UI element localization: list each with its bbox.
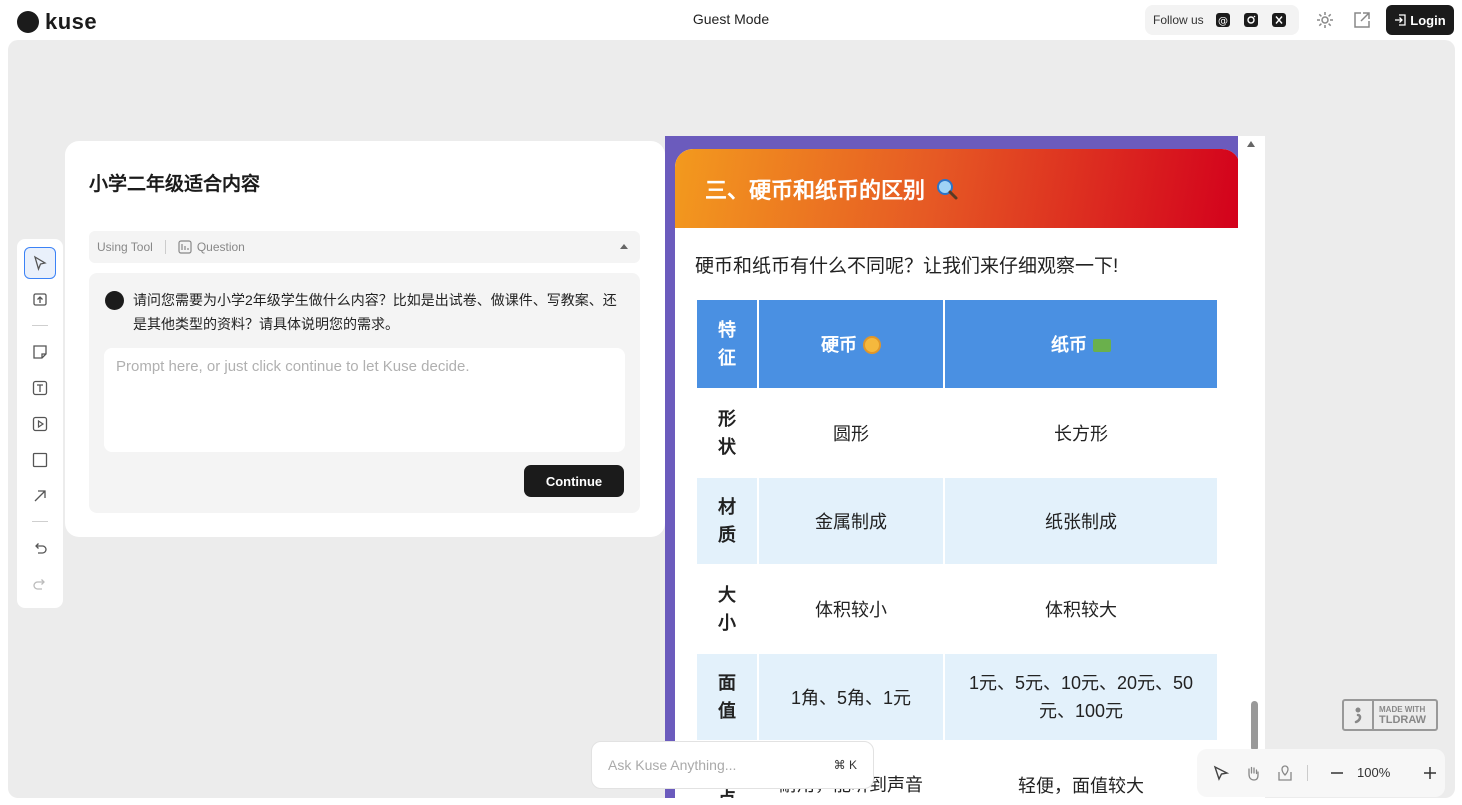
using-tool-row[interactable]: Using Tool Question xyxy=(89,231,640,263)
section-header: 三、硬币和纸币的区别 xyxy=(675,149,1238,228)
table-row: 大小 体积较小 体积较大 xyxy=(695,564,1219,654)
document-card: 三、硬币和纸币的区别 硬币和纸币有什么不同呢？让我们来仔细观察一下! 特征 硬币… xyxy=(675,149,1238,798)
table-row: 材质 金属制成 纸张制成 xyxy=(695,476,1219,566)
redo-icon[interactable] xyxy=(24,568,56,600)
login-label: Login xyxy=(1410,12,1446,28)
document-scrollbar[interactable] xyxy=(1238,136,1265,798)
ask-placeholder: Ask Kuse Anything... xyxy=(608,757,737,773)
question-text: 请问您需要为小学2年级学生做什么内容？比如是出试卷、做课件、写教案、还是其他类型… xyxy=(133,292,617,332)
canvas[interactable]: 小学二年级适合内容 Using Tool Question 请问您需要为小学2年… xyxy=(8,40,1455,798)
svg-text:@: @ xyxy=(1218,16,1228,27)
left-toolbar xyxy=(17,239,63,608)
table-header-row: 特征 硬币 纸币 xyxy=(695,298,1219,390)
toolbar-divider xyxy=(32,325,48,326)
tldraw-logo-icon xyxy=(1344,701,1374,729)
logo-mark xyxy=(17,11,39,33)
header-banknote: 纸币 xyxy=(943,298,1219,390)
made-with-tldraw-badge[interactable]: MADE WITH TLDRAW xyxy=(1342,699,1438,731)
continue-button[interactable]: Continue xyxy=(524,465,624,497)
card-title: 小学二年级适合内容 xyxy=(89,174,261,195)
share-icon[interactable] xyxy=(1351,9,1373,31)
sticky-note-tool-icon[interactable] xyxy=(24,336,56,368)
upload-tool-icon[interactable] xyxy=(24,283,56,315)
banknote-icon xyxy=(1093,339,1111,352)
tool-name: Question xyxy=(196,240,245,254)
table-row: 面值 1角、5角、1元 1元、5元、10元、20元、50元、100元 xyxy=(695,652,1219,742)
header-feature: 特征 xyxy=(695,298,759,390)
chat-card: 小学二年级适合内容 Using Tool Question 请问您需要为小学2年… xyxy=(65,141,665,537)
zoom-in-icon[interactable] xyxy=(1418,761,1442,785)
zoom-level[interactable]: 100% xyxy=(1357,765,1390,780)
login-button[interactable]: Login xyxy=(1386,5,1454,35)
undo-icon[interactable] xyxy=(24,532,56,564)
badge-line2: TLDRAW xyxy=(1379,713,1427,726)
comparison-table: 特征 硬币 纸币 形状 圆形 长方形 材质 金属制成 纸张制成 大小 体积较小 … xyxy=(695,298,1219,798)
media-tool-icon[interactable] xyxy=(24,408,56,440)
text-tool-icon[interactable] xyxy=(24,372,56,404)
zoom-bar: 100% xyxy=(1197,749,1445,797)
section-title: 三、硬币和纸币的区别 xyxy=(705,177,926,203)
hand-tool-icon[interactable] xyxy=(1241,761,1265,785)
header-coin: 硬币 xyxy=(757,298,945,390)
table-row: 形状 圆形 长方形 xyxy=(695,388,1219,478)
keyboard-shortcut: ⌘ K xyxy=(833,758,857,772)
top-bar: kuse Guest Mode Follow us @ Login xyxy=(0,0,1462,40)
question-tool-icon xyxy=(178,240,192,254)
scroll-up-arrow-icon[interactable] xyxy=(1247,141,1255,147)
logo-text: kuse xyxy=(45,9,98,34)
ask-kuse-input[interactable]: Ask Kuse Anything... ⌘ K xyxy=(591,741,874,789)
zoom-out-icon[interactable] xyxy=(1325,761,1349,785)
collapse-caret-icon[interactable] xyxy=(620,244,628,249)
prompt-input[interactable] xyxy=(104,348,625,452)
assistant-avatar xyxy=(105,291,124,310)
document-preview[interactable]: 三、硬币和纸币的区别 硬币和纸币有什么不同呢？让我们来仔细观察一下! 特征 硬币… xyxy=(665,136,1238,798)
using-tool-label: Using Tool xyxy=(97,240,153,254)
arrow-tool-icon[interactable] xyxy=(24,480,56,512)
select-tool-icon[interactable] xyxy=(24,247,56,279)
login-icon xyxy=(1395,14,1406,26)
scroll-thumb[interactable] xyxy=(1251,701,1258,751)
section-subtitle: 硬币和纸币有什么不同呢？让我们来仔细观察一下! xyxy=(695,256,1119,277)
map-pin-icon[interactable] xyxy=(1273,761,1297,785)
magnifier-icon xyxy=(935,177,959,201)
follow-us-label: Follow us xyxy=(1153,13,1204,27)
follow-us-box: Follow us @ xyxy=(1145,5,1299,35)
toolbar-divider xyxy=(32,521,48,522)
settings-gear-icon[interactable] xyxy=(1314,9,1336,31)
question-box: 请问您需要为小学2年级学生做什么内容？比如是出试卷、做课件、写教案、还是其他类型… xyxy=(89,273,640,513)
coin-icon xyxy=(863,336,881,354)
threads-icon[interactable]: @ xyxy=(1214,11,1232,29)
x-icon[interactable] xyxy=(1270,11,1288,29)
kuse-logo[interactable]: kuse xyxy=(17,9,97,35)
divider xyxy=(164,240,166,254)
zoom-divider xyxy=(1307,765,1308,781)
instagram-icon[interactable] xyxy=(1242,11,1260,29)
rectangle-tool-icon[interactable] xyxy=(24,444,56,476)
pointer-mode-icon[interactable] xyxy=(1209,761,1233,785)
